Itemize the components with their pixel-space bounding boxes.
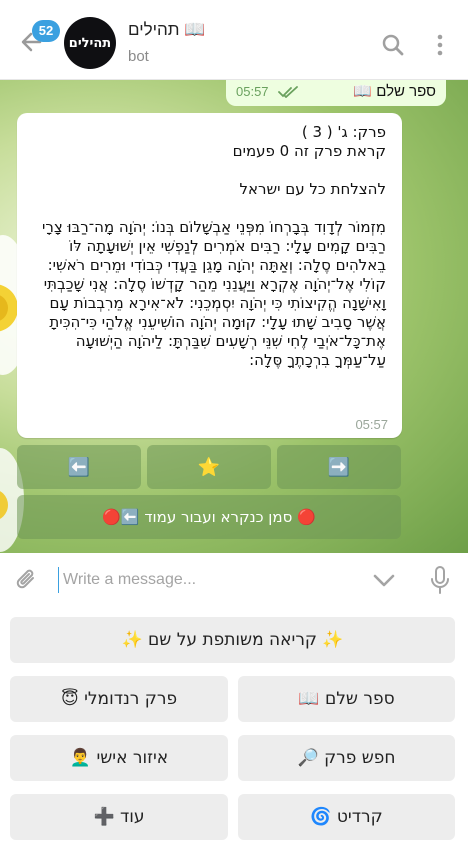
outgoing-message-time: 05:57 [236,84,269,99]
avatar-label: תהילים [68,35,112,51]
inline-next-button[interactable]: ➡️ [277,445,401,489]
search-icon[interactable] [381,33,405,57]
reply-keyboard: ✨ קריאה משותפת על שם ✨ ספר שלם 📖 פרק רנד… [0,609,468,854]
kb-random-chapter-label: פרק רנדומלי 😇 [60,689,178,709]
unread-badge: 52 [32,20,60,42]
incoming-message-time: 05:57 [355,417,388,432]
kb-more-label: עוד ➕ [93,807,145,827]
outgoing-message[interactable]: ספר שלם 📖 05:57 [226,80,446,106]
kb-credit-label: קרדיט 🌀 [310,807,383,827]
incoming-message-text: פרק: ג' ( 3 ) קראת פרק זה 0 פעמים להצלחת… [42,123,386,369]
kb-credit-button[interactable]: קרדיט 🌀 [238,794,455,840]
outgoing-message-text: ספר שלם 📖 [353,83,436,100]
kb-shared-reading-label: ✨ קריאה משותפת על שם ✨ [121,630,344,650]
kb-full-book-button[interactable]: ספר שלם 📖 [238,676,455,722]
chat-subtitle: bot [128,48,149,65]
chat-header: 52 תהילים תהילים 📖 bot [0,0,468,80]
message-input[interactable] [58,567,358,593]
more-vertical-icon[interactable] [433,33,447,57]
inline-mark-read-label: 🔴 סמן כנקרא ועבור עמוד ⬅️🔴 [102,508,316,526]
paperclip-icon[interactable] [14,567,40,593]
inline-prev-button[interactable]: ⬅️ [17,445,141,489]
incoming-message[interactable]: פרק: ג' ( 3 ) קראת פרק זה 0 פעמים להצלחת… [17,113,402,438]
kb-random-chapter-button[interactable]: פרק רנדומלי 😇 [10,676,228,722]
kb-full-book-label: ספר שלם 📖 [298,689,395,709]
avatar[interactable]: תהילים [64,17,116,69]
right-arrow-icon: ➡️ [327,456,351,478]
left-arrow-icon: ⬅️ [67,456,91,478]
microphone-icon[interactable] [430,565,450,595]
kb-shared-reading-button[interactable]: ✨ קריאה משותפת על שם ✨ [10,617,455,663]
message-composer [0,553,468,609]
star-icon: ⭐ [197,456,221,478]
chat-title[interactable]: תהילים 📖 [128,20,205,40]
double-check-icon [278,86,298,98]
chat-area[interactable]: ספר שלם 📖 05:57 פרק: ג' ( 3 ) קראת פרק ז… [0,80,468,553]
kb-search-chapter-label: חפש פרק 🔎 [297,748,396,768]
kb-personal-area-button[interactable]: איזור אישי 👨‍🦱 [10,735,228,781]
kb-more-button[interactable]: עוד ➕ [10,794,228,840]
inline-star-button[interactable]: ⭐ [147,445,271,489]
kb-search-chapter-button[interactable]: חפש פרק 🔎 [238,735,455,781]
inline-mark-read-button[interactable]: 🔴 סמן כנקרא ועבור עמוד ⬅️🔴 [17,495,401,539]
chevron-down-icon[interactable] [373,573,395,589]
kb-personal-area-label: איזור אישי 👨‍🦱 [69,748,169,768]
